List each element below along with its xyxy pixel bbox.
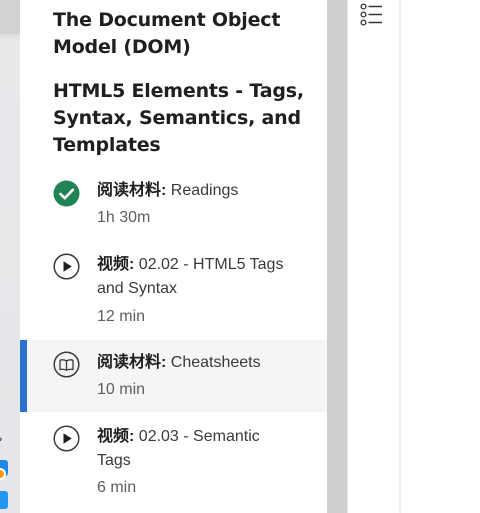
item-kind-label: 阅读材料: <box>97 182 167 199</box>
outline-item-readings[interactable]: 阅读材料: Readings 1h 30m <box>20 172 327 234</box>
item-title-text: Readings <box>166 182 239 199</box>
outline-item-title: 视频: 02.03 - Semantic Tags <box>97 425 287 473</box>
module-title[interactable]: HTML5 Elements - Tags, Syntax, Semantics… <box>53 78 318 159</box>
item-kind-label: 视频: <box>97 428 135 445</box>
course-outline-panel: The Document Object Model (DOM) HTML5 El… <box>20 0 327 513</box>
item-duration: 10 min <box>97 381 146 398</box>
outline-item-title: 视频: 02.02 - HTML5 Tags and Syntax <box>97 253 312 301</box>
module-title[interactable]: The Document Object Model (DOM) <box>53 7 313 61</box>
item-duration: 1h 30m <box>97 209 151 226</box>
outline-item-title: 阅读材料: Cheatsheets <box>97 351 312 375</box>
outline-item-video-semantic-tags[interactable]: 视频: 02.03 - Semantic Tags 6 min <box>20 420 327 513</box>
outline-item-title: 阅读材料: Readings <box>97 179 312 203</box>
left-strip-header <box>0 0 20 34</box>
toolbar-column <box>347 0 399 513</box>
outline-item-video-html5-tags[interactable]: 视频: 02.02 - HTML5 Tags and Syntax 12 min <box>20 248 327 334</box>
completed-check-icon <box>53 180 80 207</box>
item-title-text: Cheatsheets <box>166 354 261 371</box>
play-circle-icon <box>53 425 80 452</box>
outline-item-cheatsheets[interactable]: 阅读材料: Cheatsheets 10 min <box>20 340 327 412</box>
outline-scrollbar[interactable] <box>327 0 347 513</box>
files-app-icon[interactable] <box>0 491 8 509</box>
item-duration: 6 min <box>97 479 137 496</box>
main-content-area <box>400 0 480 513</box>
table-of-contents-icon[interactable] <box>360 3 384 27</box>
book-icon <box>53 351 80 378</box>
left-app-strip: › <box>0 0 20 513</box>
play-circle-icon <box>53 253 80 280</box>
item-kind-label: 阅读材料: <box>97 354 167 371</box>
item-duration: 12 min <box>97 308 146 325</box>
item-kind-label: 视频: <box>97 256 135 273</box>
chevron-right-icon[interactable]: › <box>0 432 3 446</box>
